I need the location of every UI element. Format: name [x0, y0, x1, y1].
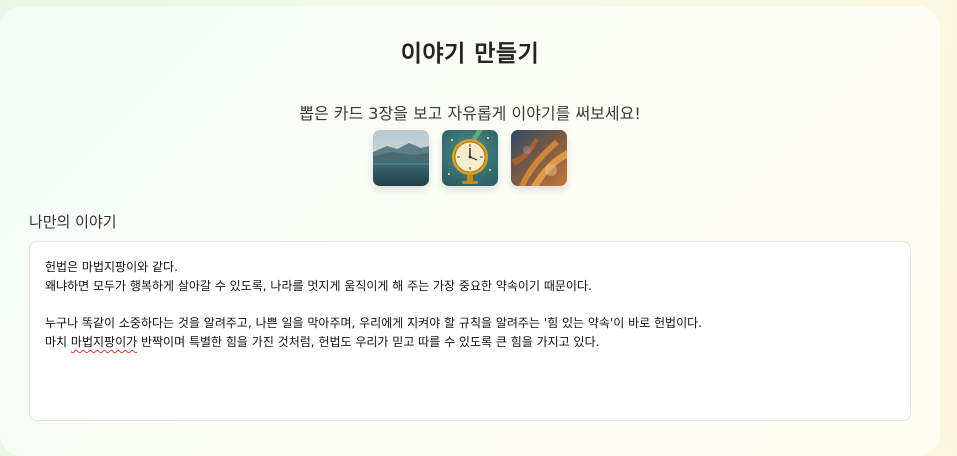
- story-line-4: 마치 마법지팡이가 반짝이며 특별한 힘을 가진 것처럼, 헌법도 우리가 믿고…: [45, 333, 895, 352]
- story-line-1: 헌법은 마법지팡이와 같다.: [45, 260, 178, 274]
- lake-mountains-image-icon: [373, 130, 429, 186]
- drawn-cards: [373, 130, 567, 186]
- story-line-4-suffix: 반짝이며 특별한 힘을 가진 것처럼, 헌법도 우리가 믿고 따를 수 있도록 …: [137, 335, 600, 349]
- story-textarea[interactable]: 헌법은 마법지팡이와 같다. 왜냐하면 모두가 행복하게 살아갈 수 있도록, …: [29, 241, 911, 421]
- story-blank-line: [45, 296, 895, 314]
- story-line-4-prefix: 마치: [45, 335, 71, 349]
- page-title: 이야기 만들기: [400, 41, 540, 67]
- instruction-text: 뽑은 카드 3장을 보고 자유롭게 이야기를 써보세요!: [299, 104, 641, 123]
- story-section-label: 나만의 이야기: [29, 213, 117, 231]
- story-line-2: 왜냐하면 모두가 행복하게 살아갈 수 있도록, 나라를 멋지게 움직이게 해 …: [45, 279, 592, 293]
- lake-landscape-card[interactable]: [373, 130, 429, 186]
- autumn-leaves-card[interactable]: [511, 130, 567, 186]
- gold-clock-image-icon: [442, 130, 498, 186]
- spellcheck-flagged-word[interactable]: 마법지팡이가: [71, 335, 137, 349]
- story-line-3: 누구나 똑같이 소중하다는 것을 알려주고, 나쁜 일을 막아주며, 우리에게 …: [45, 316, 702, 330]
- autumn-leaves-image-icon: [511, 130, 567, 186]
- clock-card[interactable]: [442, 130, 498, 186]
